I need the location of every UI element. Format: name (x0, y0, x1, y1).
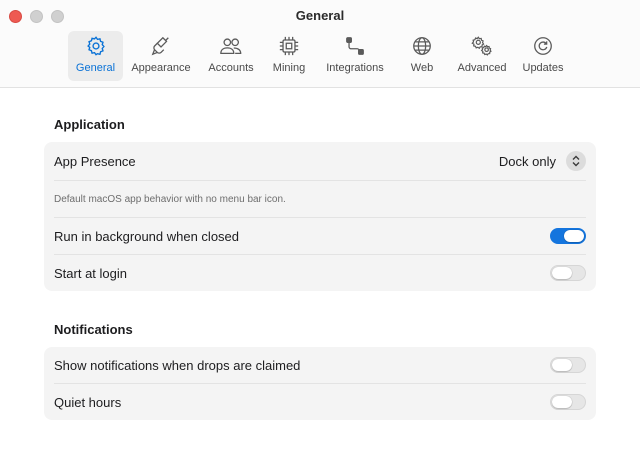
title-bar: General General Appearance Accounts Mini… (0, 0, 640, 88)
app-presence-label: App Presence (54, 153, 136, 169)
run-in-background-row: Run in background when closed (54, 218, 586, 254)
quiet-hours-row: Quiet hours (54, 384, 586, 420)
start-at-login-toggle[interactable] (550, 265, 586, 281)
people-icon (219, 34, 243, 58)
notifications-group: Show notifications when drops are claime… (44, 347, 596, 420)
drops-claimed-row: Show notifications when drops are claime… (54, 347, 586, 383)
chip-icon (277, 34, 301, 58)
tab-label: Web (410, 62, 434, 74)
toggle-knob (552, 396, 572, 408)
chevron-up-down-icon (566, 151, 586, 171)
start-at-login-row: Start at login (54, 255, 586, 291)
paintbrush-icon (149, 34, 173, 58)
toggle-knob (552, 359, 572, 371)
tab-advanced[interactable]: Advanced (452, 31, 512, 81)
preferences-toolbar: General Appearance Accounts Mining Integ… (0, 31, 640, 81)
start-at-login-label: Start at login (54, 265, 127, 281)
notifications-section-title: Notifications (54, 322, 133, 337)
run-in-background-label: Run in background when closed (54, 228, 240, 244)
tab-web[interactable]: Web (404, 31, 440, 81)
drops-claimed-label: Show notifications when drops are claime… (54, 357, 301, 373)
quiet-hours-toggle[interactable] (550, 394, 586, 410)
window-title: General (295, 8, 345, 23)
app-presence-value: Dock only (498, 153, 556, 169)
application-group: App Presence Dock only Default macOS app… (44, 142, 596, 291)
refresh-icon (531, 34, 555, 58)
tab-accounts[interactable]: Accounts (203, 31, 259, 81)
tab-general[interactable]: General (68, 31, 123, 81)
gear-icon (84, 34, 108, 58)
tab-label: Accounts (208, 62, 254, 74)
settings-window: General General Appearance Accounts Mini… (0, 0, 640, 450)
app-presence-description-row: Default macOS app behavior with no menu … (54, 181, 586, 217)
tab-label: Integrations (326, 62, 384, 74)
toggle-knob (552, 267, 572, 279)
connection-icon (343, 34, 367, 58)
run-in-background-toggle[interactable] (550, 228, 586, 244)
tab-mining[interactable]: Mining (268, 31, 310, 81)
tab-label: Advanced (457, 62, 507, 74)
toggle-knob (564, 230, 584, 242)
quiet-hours-label: Quiet hours (54, 394, 122, 410)
tab-label: Updates (522, 62, 564, 74)
tab-label: Appearance (131, 62, 191, 74)
drops-claimed-toggle[interactable] (550, 357, 586, 373)
tab-updates[interactable]: Updates (518, 31, 568, 81)
gears-icon (470, 34, 494, 58)
app-presence-select[interactable]: Dock only (499, 151, 586, 171)
application-section-title: Application (54, 117, 125, 132)
app-presence-description: Default macOS app behavior with no menu … (54, 193, 286, 205)
tab-appearance[interactable]: Appearance (126, 31, 196, 81)
app-presence-row: App Presence Dock only (54, 142, 586, 180)
tab-label: Mining (272, 62, 306, 74)
tab-integrations[interactable]: Integrations (320, 31, 390, 81)
tab-label: General (75, 62, 116, 74)
globe-icon (410, 34, 434, 58)
